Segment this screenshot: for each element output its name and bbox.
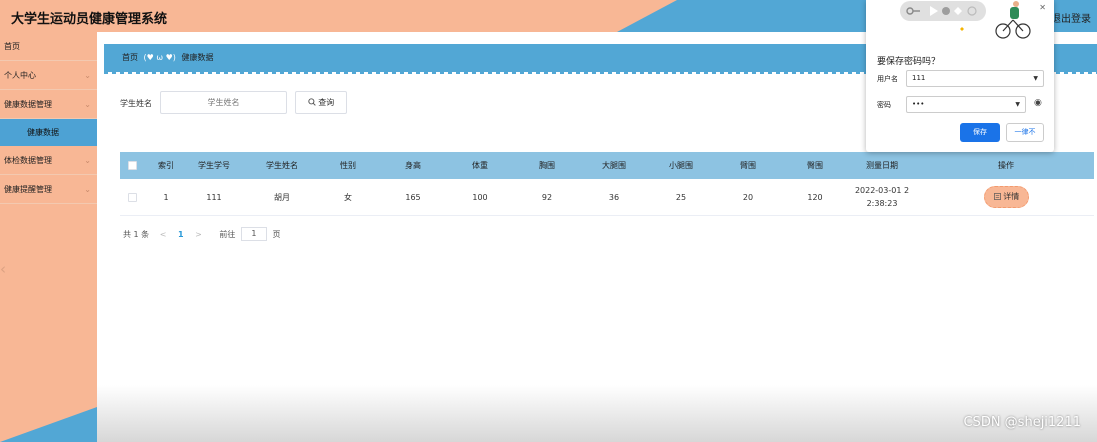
column-header: 操作 bbox=[998, 161, 1014, 170]
search-icon bbox=[308, 98, 319, 107]
column-header: 体重 bbox=[472, 161, 488, 170]
document-icon bbox=[993, 192, 1004, 201]
sidebar-item-label: 健康数据管理 bbox=[4, 100, 52, 109]
cell-hip: 120 bbox=[807, 193, 823, 202]
never-save-button[interactable]: 一律不 bbox=[1006, 123, 1044, 142]
dropdown-arrow-icon: ▼ bbox=[1033, 75, 1038, 82]
cell-date-line2: 2:38:23 bbox=[866, 199, 898, 208]
password-field[interactable]: ••• ▼ bbox=[906, 96, 1026, 113]
password-label: 密码 bbox=[877, 101, 891, 109]
password-value: ••• bbox=[912, 100, 925, 108]
cell-student-no: 111 bbox=[206, 193, 222, 202]
sidebar-item-label: 健康提醒管理 bbox=[4, 185, 52, 194]
cell-arm: 20 bbox=[742, 193, 754, 202]
search-label: 学生姓名 bbox=[120, 99, 152, 108]
select-all-checkbox[interactable] bbox=[128, 161, 137, 170]
sidebar-decoration bbox=[0, 407, 97, 442]
sidebar-item-label: 体检数据管理 bbox=[4, 156, 52, 165]
breadcrumb-current: 健康数据 bbox=[181, 53, 214, 62]
sidebar-item-personal-center[interactable]: 个人中心 ⌄ bbox=[0, 61, 97, 90]
column-header: 臂围 bbox=[740, 161, 756, 170]
column-header: 性别 bbox=[340, 161, 356, 170]
sidebar-item-health-data-management[interactable]: 健康数据管理 ⌄ bbox=[0, 90, 97, 119]
sidebar-item-label: 个人中心 bbox=[4, 71, 36, 80]
cell-index: 1 bbox=[163, 193, 169, 202]
username-label: 用户名 bbox=[877, 75, 898, 83]
prev-page-icon[interactable]: < bbox=[160, 230, 167, 239]
row-checkbox[interactable] bbox=[128, 193, 137, 202]
column-header: 小腿围 bbox=[669, 161, 693, 170]
sidebar-item-home[interactable]: 首页 bbox=[0, 32, 97, 61]
column-header: 臀围 bbox=[807, 161, 823, 170]
sidebar-item-label: 健康数据 bbox=[27, 128, 59, 137]
table-row: 1 111 胡月 女 165 100 92 36 25 20 120 2022-… bbox=[120, 179, 1094, 216]
table-header: 索引 学生学号 学生姓名 性别 身高 体重 胸围 大腿围 小腿围 臂围 臀围 测… bbox=[120, 152, 1094, 179]
chevron-down-icon: ⌄ bbox=[84, 100, 91, 109]
save-password-popup: ✕ 要保存密码吗？ 用户名 111 ▼ 密码 ••• ▼ ◉ 保存 一律不 bbox=[866, 0, 1054, 152]
chevron-down-icon: ⌄ bbox=[84, 156, 91, 165]
save-password-button[interactable]: 保存 bbox=[960, 123, 1000, 142]
username-value: 111 bbox=[912, 74, 926, 82]
cell-chest: 92 bbox=[541, 193, 553, 202]
column-header: 测量日期 bbox=[866, 161, 898, 170]
sidebar-item-label: 首页 bbox=[4, 42, 20, 51]
cell-thigh: 36 bbox=[608, 193, 620, 202]
column-header: 大腿围 bbox=[602, 161, 626, 170]
sidebar: 首页 个人中心 ⌄ 健康数据管理 ⌄ 健康数据 体检数据管理 ⌄ 健康提醒管理 … bbox=[0, 32, 97, 442]
watermark: CSDN @sheji1211 bbox=[963, 415, 1081, 430]
chevron-down-icon: ⌄ bbox=[84, 185, 91, 194]
column-header: 身高 bbox=[405, 161, 421, 170]
logout-link[interactable]: 退出登录 bbox=[1051, 10, 1091, 25]
sidebar-item-health-reminder-management[interactable]: 健康提醒管理 ⌄ bbox=[0, 175, 97, 204]
detail-button[interactable]: 详情 bbox=[984, 186, 1029, 208]
sidebar-subitem-health-data[interactable]: 健康数据 bbox=[0, 119, 97, 146]
next-page-icon[interactable]: > bbox=[195, 230, 202, 239]
cell-student-name: 胡月 bbox=[274, 193, 290, 202]
cell-gender: 女 bbox=[344, 193, 352, 202]
breadcrumb-home[interactable]: 首页 bbox=[122, 53, 138, 62]
breadcrumb-separator: (♥ ω ♥) bbox=[143, 53, 176, 62]
pagination-total: 共 1 条 bbox=[123, 229, 150, 239]
page-suffix: 页 bbox=[272, 229, 281, 239]
column-header: 学生姓名 bbox=[266, 161, 298, 170]
chevron-down-icon: ⌄ bbox=[84, 71, 91, 80]
health-data-table: 索引 学生学号 学生姓名 性别 身高 体重 胸围 大腿围 小腿围 臂围 臀围 测… bbox=[120, 152, 1094, 216]
column-header: 索引 bbox=[158, 161, 174, 170]
bottom-shade bbox=[97, 385, 1097, 442]
eye-icon[interactable]: ◉ bbox=[1034, 98, 1042, 108]
dropdown-arrow-icon: ▼ bbox=[1015, 101, 1020, 108]
app-title: 大学生运动员健康管理系统 bbox=[11, 12, 168, 27]
search-button-label: 查询 bbox=[318, 98, 335, 107]
close-icon[interactable]: ✕ bbox=[1039, 3, 1046, 12]
cell-date-line1: 2022-03-01 2 bbox=[854, 186, 910, 195]
cell-height: 165 bbox=[405, 193, 421, 202]
cell-date: 2022-03-01 2 2:38:23 bbox=[848, 179, 916, 210]
page-number[interactable]: 1 bbox=[178, 230, 184, 239]
pagination: 共 1 条 < 1 > 前往 1 页 bbox=[123, 227, 280, 241]
cell-weight: 100 bbox=[472, 193, 488, 202]
password-illustration bbox=[900, 0, 1050, 44]
goto-label: 前往 bbox=[219, 229, 236, 239]
search-button[interactable]: 查询 bbox=[295, 91, 347, 114]
cell-calf: 25 bbox=[675, 193, 687, 202]
column-header: 胸围 bbox=[539, 161, 555, 170]
app-window: 大学生运动员健康管理系统 退出登录 首页 个人中心 ⌄ 健康数据管理 ⌄ 健康数… bbox=[0, 0, 1097, 442]
sidebar-item-physical-exam-management[interactable]: 体检数据管理 ⌄ bbox=[0, 146, 97, 175]
goto-page-input[interactable]: 1 bbox=[240, 227, 267, 241]
sidebar-collapse-icon[interactable]: ‹ bbox=[0, 260, 6, 278]
username-field[interactable]: 111 ▼ bbox=[906, 70, 1044, 87]
popup-question: 要保存密码吗？ bbox=[877, 57, 941, 67]
detail-button-label: 详情 bbox=[1003, 192, 1020, 201]
student-name-search-input[interactable] bbox=[160, 91, 287, 114]
column-header: 学生学号 bbox=[198, 161, 230, 170]
